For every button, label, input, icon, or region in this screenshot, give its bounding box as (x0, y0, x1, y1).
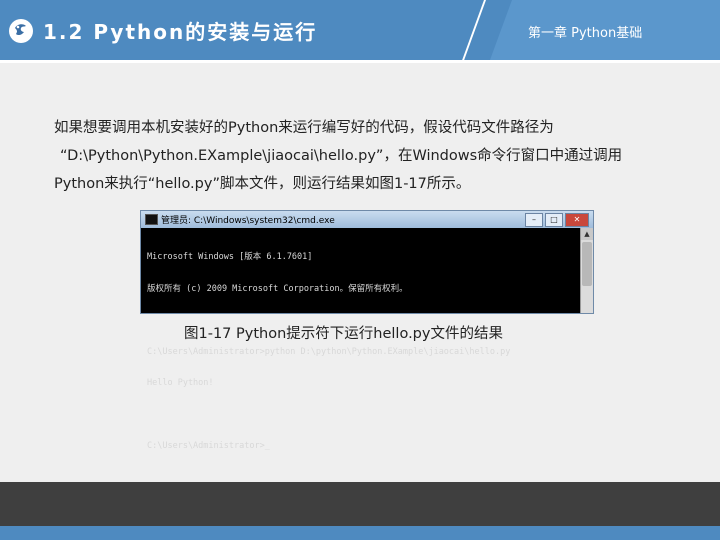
python-logo-icon (9, 19, 33, 43)
cmd-window-icon (145, 214, 158, 225)
console-scrollbar: ▲ (580, 228, 593, 313)
console-line: Microsoft Windows [版本 6.1.7601] (147, 252, 313, 262)
scroll-thumb (582, 242, 592, 286)
maximize-icon: □ (545, 213, 563, 227)
minimize-icon: – (525, 213, 543, 227)
console-line: Hello Python! (147, 378, 214, 388)
footer-bar (0, 482, 720, 526)
body-line-2: “D:\Python\Python.EXample\jiaocai\hello.… (60, 148, 623, 164)
body-paragraph: 如果想要调用本机安装好的Python来运行编写好的代码，假设代码文件路径为 “D… (54, 114, 684, 198)
console-line: C:\Users\Administrator>python D:\python\… (147, 346, 511, 357)
header-bar: 1.2 Python的安装与运行 第一章 Python基础 (0, 0, 720, 63)
scroll-up-icon: ▲ (581, 228, 593, 240)
body-line-1: 如果想要调用本机安装好的Python来运行编写好的代码，假设代码文件路径为 (54, 120, 554, 136)
cmd-window-titlebar: 管理员: C:\Windows\system32\cmd.exe – □ ✕ (141, 211, 593, 228)
header-divider (462, 0, 486, 60)
footer-strip (0, 526, 720, 540)
chapter-label: 第一章 Python基础 (528, 26, 643, 41)
cmd-window-screenshot: 管理员: C:\Windows\system32\cmd.exe – □ ✕ M… (140, 210, 594, 451)
body-line-3: Python来执行“hello.py”脚本文件，则运行结果如图1-17所示。 (54, 176, 471, 192)
console-line: C:\Users\Administrator>_ (147, 441, 270, 451)
cmd-window-title: 管理员: C:\Windows\system32\cmd.exe (161, 216, 335, 226)
close-icon: ✕ (565, 213, 589, 227)
console-line: 版权所有 (c) 2009 Microsoft Corporation。保留所有… (147, 283, 408, 294)
page-title: 1.2 Python的安装与运行 (43, 20, 318, 44)
console-output: Microsoft Windows [版本 6.1.7601] 版权所有 (c)… (141, 228, 593, 476)
window-controls: – □ ✕ (523, 213, 589, 227)
figure-caption: 图1-17 Python提示符下运行hello.py文件的结果 (184, 326, 503, 342)
